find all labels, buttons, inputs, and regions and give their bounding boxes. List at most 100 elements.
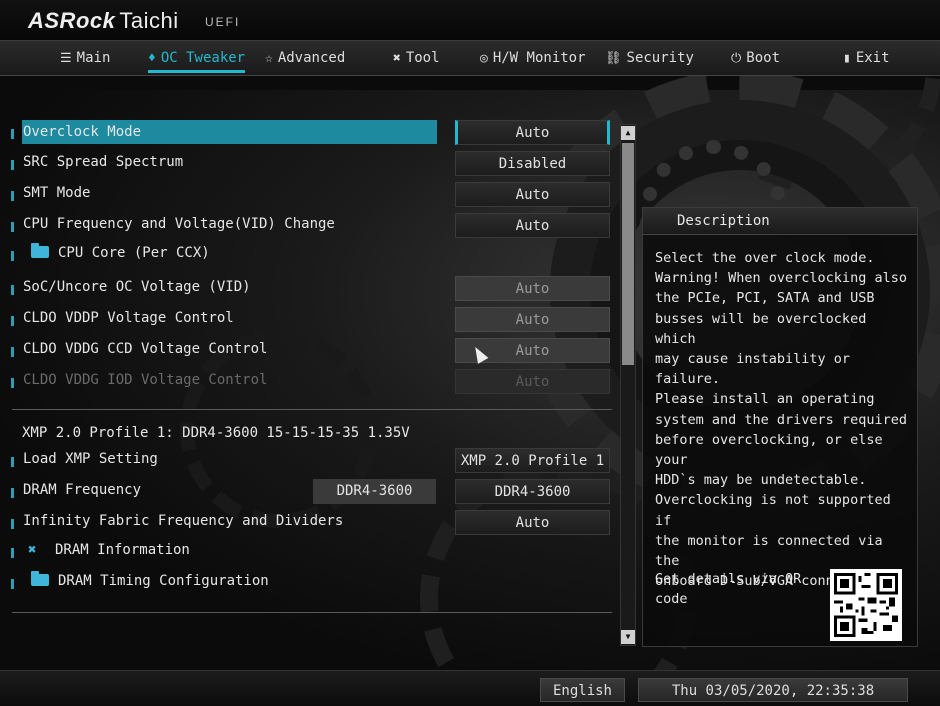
tab-main[interactable]: ☰ Main [60, 41, 110, 75]
setting-soc-uncore-voltage[interactable]: SoC/Uncore OC Voltage (VID) Auto [0, 276, 640, 302]
submenu-text: DRAM Timing Configuration [58, 573, 269, 589]
setting-label: Infinity Fabric Frequency and Dividers [23, 513, 344, 529]
bullet-marker [11, 579, 14, 589]
description-title: Description [677, 213, 770, 229]
value-dropdown[interactable]: DDR4-3600 [455, 479, 610, 504]
setting-label: SMT Mode [23, 185, 91, 201]
bullet-marker [11, 488, 14, 498]
description-text: Select the over clock mode. Warning! Whe… [655, 250, 907, 590]
setting-cldo-vddp[interactable]: CLDO VDDP Voltage Control Auto [0, 307, 640, 333]
bullet-marker [11, 129, 14, 139]
tab-label: Exit [855, 50, 890, 66]
bullet-marker [11, 191, 14, 201]
setting-dram-frequency[interactable]: DRAM Frequency DDR4-3600 DDR4-3600 [0, 479, 640, 505]
setting-label: SoC/Uncore OC Voltage (VID) [23, 279, 251, 295]
shield-icon: ⛓ [605, 51, 622, 66]
submenu-text: CPU Core (Per CCX) [58, 245, 210, 261]
setting-label: SRC Spread Spectrum [23, 154, 184, 170]
tab-label: Main [76, 50, 111, 66]
qr-code [830, 569, 902, 641]
setting-smt-mode[interactable]: SMT Mode Auto [0, 182, 640, 208]
setting-label: CLDO VDDG CCD Voltage Control [23, 341, 268, 357]
setting-cpu-freq-voltage[interactable]: CPU Frequency and Voltage(VID) Change Au… [0, 213, 640, 239]
submenu-dram-information[interactable]: ✖ DRAM Information [0, 539, 640, 565]
value-dropdown[interactable]: Auto [455, 307, 610, 332]
description-panel: Description Select the over clock mode. … [642, 207, 918, 647]
tab-hw-monitor[interactable]: ◎ H/W Monitor [480, 41, 586, 75]
value-dropdown[interactable]: Auto [455, 182, 610, 207]
list-icon: ☰ [60, 51, 72, 66]
scroll-down-button[interactable]: ▼ [621, 630, 635, 644]
main-nav: ☰ Main ♦ OC Tweaker ☆ Advanced ✖ Tool ◎ H/W M… [0, 40, 940, 76]
setting-load-xmp[interactable]: Load XMP Setting XMP 2.0 Profile 1 [0, 448, 640, 474]
tab-label: OC Tweaker [160, 50, 246, 66]
submenu-text: DRAM Information [55, 542, 190, 558]
tab-label: Tool [405, 50, 440, 66]
folder-icon [31, 243, 49, 258]
wrench-icon: ✖ [28, 542, 37, 558]
power-icon: ⏻ [731, 51, 742, 66]
tab-tool[interactable]: ✖ Tool [393, 41, 440, 75]
section-divider [12, 612, 612, 613]
setting-src-spread-spectrum[interactable]: SRC Spread Spectrum Disabled [0, 151, 640, 177]
setting-cldo-vddg-iod: CLDO VDDG IOD Voltage Control Auto [0, 369, 640, 395]
setting-overclock-mode[interactable]: Overclock Mode Auto [0, 120, 640, 146]
star-icon: ☆ [265, 51, 273, 66]
setting-label: Load XMP Setting [23, 451, 158, 467]
scroll-up-button[interactable]: ▲ [621, 126, 635, 140]
description-header: Description [643, 208, 917, 235]
tab-advanced[interactable]: ☆ Advanced [265, 41, 345, 75]
bullet-marker [11, 222, 14, 232]
submenu-label: DRAM Timing Configuration [31, 571, 269, 589]
datetime-display: Thu 03/05/2020, 22:35:38 [638, 678, 908, 702]
value-dropdown[interactable]: Auto [455, 510, 610, 535]
brand-name: ASRock [28, 8, 116, 33]
value-dropdown[interactable]: Auto [455, 120, 610, 145]
tab-label: Security [626, 50, 694, 66]
tab-exit[interactable]: ▮ Exit [843, 41, 890, 75]
value-dropdown: Auto [455, 369, 610, 394]
exit-icon: ▮ [843, 51, 851, 66]
bullet-marker [11, 285, 14, 295]
value-dropdown[interactable]: Auto [455, 276, 610, 301]
qr-caption: Get details via QR code [655, 571, 802, 608]
bullet-marker [11, 457, 14, 467]
uefi-label: UEFI [205, 15, 241, 29]
tab-security[interactable]: ⛓ Security [605, 41, 694, 75]
footer-bar: English Thu 03/05/2020, 22:35:38 [0, 670, 940, 706]
setting-label: Overclock Mode [22, 120, 437, 144]
submenu-dram-timing[interactable]: DRAM Timing Configuration [0, 570, 640, 596]
setting-label: DRAM Frequency [23, 482, 142, 498]
brand-model: Taichi [119, 8, 179, 33]
bullet-marker [11, 519, 14, 529]
tab-oc-tweaker[interactable]: ♦ OC Tweaker [148, 41, 246, 75]
submenu-label: CPU Core (Per CCX) [31, 243, 210, 261]
bullet-marker [11, 160, 14, 170]
bullet-marker [11, 378, 14, 388]
section-divider [12, 409, 612, 410]
tab-label: Boot [746, 50, 781, 66]
current-value-display: DDR4-3600 [313, 479, 436, 504]
bullet-marker [11, 316, 14, 326]
scroll-thumb[interactable] [622, 143, 634, 365]
submenu-label: ✖ DRAM Information [28, 542, 190, 558]
value-dropdown[interactable]: XMP 2.0 Profile 1 [455, 448, 610, 473]
setting-label: CPU Frequency and Voltage(VID) Change [23, 216, 335, 232]
monitor-icon: ◎ [480, 51, 488, 66]
submenu-cpu-core[interactable]: CPU Core (Per CCX) [0, 242, 640, 268]
tools-icon: ✖ [393, 51, 401, 66]
folder-icon [31, 571, 49, 586]
qr-code-image [834, 573, 898, 637]
setting-label: CLDO VDDG IOD Voltage Control [23, 372, 268, 388]
brand-logo: ASRock Taichi [28, 8, 179, 34]
settings-scrollbar[interactable]: ▲ ▼ [620, 124, 636, 646]
bullet-marker [11, 548, 14, 558]
tab-boot[interactable]: ⏻ Boot [731, 41, 780, 75]
setting-infinity-fabric[interactable]: Infinity Fabric Frequency and Dividers A… [0, 510, 640, 536]
setting-cldo-vddg-ccd[interactable]: CLDO VDDG CCD Voltage Control Auto [0, 338, 640, 364]
value-dropdown[interactable]: Disabled [455, 151, 610, 176]
header-bar: ASRock Taichi UEFI [0, 0, 940, 40]
language-button[interactable]: English [540, 678, 625, 702]
value-dropdown[interactable]: Auto [455, 213, 610, 238]
tab-label: H/W Monitor [492, 50, 586, 66]
